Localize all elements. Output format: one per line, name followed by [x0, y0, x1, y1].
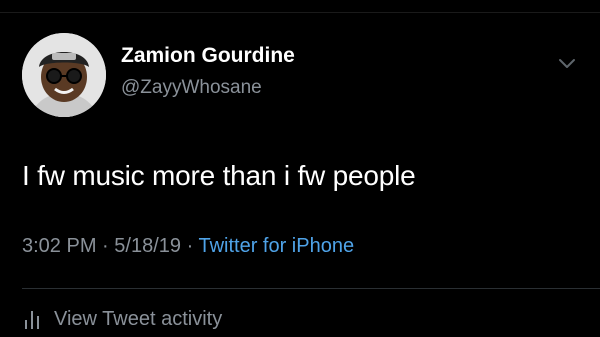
avatar-image	[22, 33, 106, 117]
author-handle[interactable]: @ZayyWhosane	[121, 76, 262, 100]
tweet-meta: 3:02 PM · 5/18/19 · Twitter for iPhone	[22, 233, 354, 259]
avatar[interactable]	[22, 33, 106, 117]
bar-chart-icon	[22, 308, 42, 330]
meta-separator: ·	[186, 235, 194, 257]
tweet-source[interactable]: Twitter for iPhone	[198, 235, 354, 257]
top-divider	[0, 12, 600, 13]
chevron-down-icon[interactable]	[556, 52, 578, 74]
view-tweet-activity-label: View Tweet activity	[54, 307, 223, 330]
view-tweet-activity-button[interactable]: View Tweet activity	[22, 305, 222, 333]
tweet-text: I fw music more than i fw people	[22, 160, 416, 191]
meta-separator: ·	[102, 235, 109, 257]
tweet-time: 3:02 PM	[22, 235, 97, 257]
activity-divider	[22, 288, 600, 289]
author-name[interactable]: Zamion Gourdine	[121, 43, 295, 69]
tweet-date[interactable]: 5/18/19	[114, 235, 181, 257]
